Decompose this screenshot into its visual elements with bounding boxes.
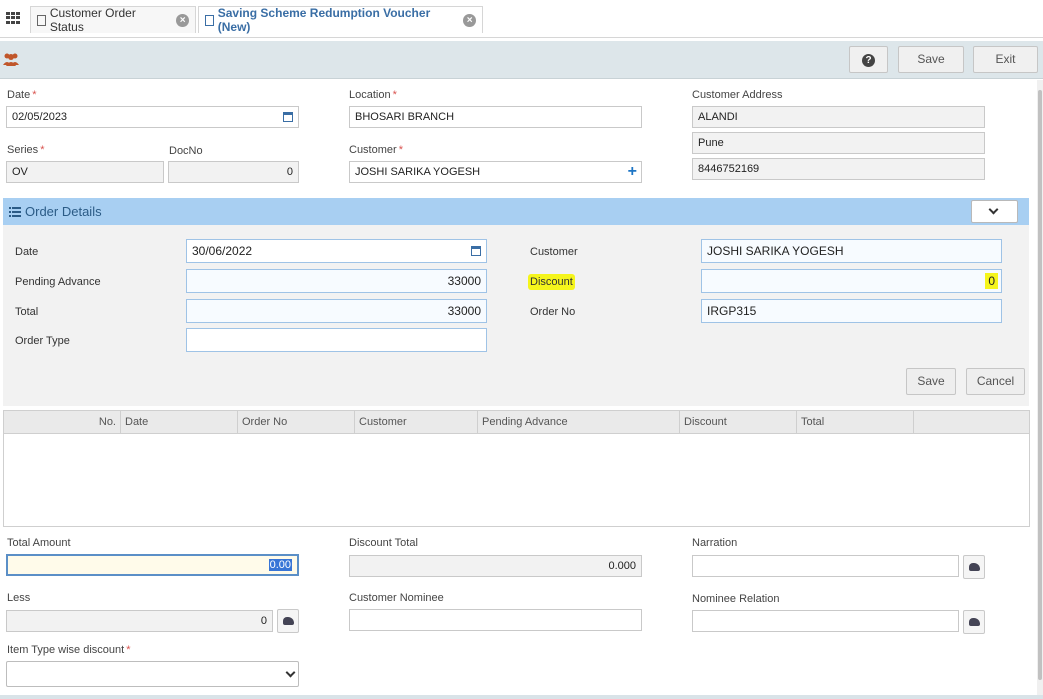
column-header-order-no[interactable]: Order No	[238, 411, 355, 434]
location-label: Location *	[349, 89, 397, 101]
series-label: Series *	[7, 144, 45, 156]
docno-label: DocNo	[169, 145, 203, 157]
nominee-relation-label: Nominee Relation	[692, 593, 780, 605]
customer-nominee-field[interactable]	[349, 609, 642, 631]
lookup-icon	[969, 618, 980, 626]
series-field[interactable]: OV	[6, 161, 164, 183]
od-date-field[interactable]: 30/06/2022	[186, 239, 487, 263]
customer-nominee-label: Customer Nominee	[349, 592, 444, 604]
document-icon	[37, 14, 46, 26]
chevron-down-icon	[988, 204, 999, 215]
tab-customer-order-status[interactable]: Customer Order Status ×	[30, 6, 196, 34]
pending-advance-label: Pending Advance	[15, 276, 101, 288]
scrollbar-thumb[interactable]	[1038, 90, 1042, 680]
address-phone-field[interactable]: 8446752169	[692, 158, 985, 180]
item-type-discount-select[interactable]	[6, 661, 299, 687]
lookup-icon	[283, 617, 294, 625]
order-grid: No. Date Order No Customer Pending Advan…	[3, 410, 1030, 527]
address-line1-field[interactable]: ALANDI	[692, 106, 985, 128]
document-icon	[205, 14, 214, 26]
tab-label: Saving Scheme Redumption Voucher (New)	[217, 6, 431, 34]
chevron-down-icon	[285, 667, 296, 678]
help-button[interactable]: ?	[849, 46, 888, 73]
column-header-date[interactable]: Date	[121, 411, 238, 434]
nominee-relation-lookup-button[interactable]	[963, 610, 985, 634]
od-date-label: Date	[15, 246, 39, 258]
od-save-button[interactable]: Save	[906, 368, 956, 395]
calendar-icon[interactable]	[471, 246, 481, 256]
calendar-icon[interactable]	[283, 112, 293, 122]
discount-total-field[interactable]: 0.000	[349, 555, 642, 577]
plus-icon[interactable]: +	[628, 163, 637, 181]
bottom-border	[0, 695, 1043, 699]
column-header-pending-advance[interactable]: Pending Advance	[478, 411, 680, 434]
less-field[interactable]: 0	[6, 610, 273, 632]
close-icon[interactable]: ×	[176, 13, 189, 27]
pending-advance-field[interactable]: 33000	[186, 269, 487, 293]
discount-total-label: Discount Total	[349, 537, 418, 549]
date-field[interactable]: 02/05/2023	[6, 106, 299, 128]
grid-header: No. Date Order No Customer Pending Advan…	[4, 411, 1029, 434]
total-field[interactable]: 33000	[186, 299, 487, 323]
od-cancel-button[interactable]: Cancel	[966, 368, 1025, 395]
tab-label: Customer Order Status	[49, 6, 136, 34]
customer-label: Customer *	[349, 144, 403, 156]
discount-field[interactable]: 0	[701, 269, 1002, 293]
column-header-total[interactable]: Total	[797, 411, 914, 434]
customer-field[interactable]: JOSHI SARIKA YOGESH +	[349, 161, 642, 183]
narration-lookup-button[interactable]	[963, 555, 985, 579]
location-field[interactable]: BHOSARI BRANCH	[349, 106, 642, 128]
column-header-customer[interactable]: Customer	[355, 411, 478, 434]
docno-field[interactable]: 0	[168, 161, 299, 183]
date-label: Date *	[7, 89, 37, 101]
order-details-title: Order Details	[25, 204, 102, 219]
total-label: Total	[15, 306, 39, 318]
discount-label: Discount	[528, 274, 575, 290]
less-lookup-button[interactable]	[277, 609, 299, 633]
od-customer-field[interactable]: JOSHI SARIKA YOGESH	[701, 239, 1002, 263]
order-no-label: Order No	[530, 306, 576, 318]
tab-saving-scheme-voucher[interactable]: Saving Scheme Redumption Voucher (New) ×	[198, 6, 483, 34]
order-type-label: Order Type	[15, 335, 70, 347]
people-icon[interactable]	[3, 52, 19, 66]
save-button[interactable]: Save	[898, 46, 964, 73]
nominee-relation-field[interactable]	[692, 610, 959, 632]
exit-button[interactable]: Exit	[973, 46, 1038, 73]
less-label: Less	[7, 592, 31, 604]
narration-label: Narration	[692, 537, 738, 549]
list-icon	[9, 207, 21, 217]
help-icon: ?	[862, 54, 875, 67]
column-header-discount[interactable]: Discount	[680, 411, 797, 434]
order-details-header[interactable]: Order Details	[3, 198, 1029, 225]
apps-grid-icon[interactable]	[6, 12, 20, 24]
customer-address-label: Customer Address	[692, 89, 783, 101]
narration-field[interactable]	[692, 555, 959, 577]
address-line2-field[interactable]: Pune	[692, 132, 985, 154]
order-no-field[interactable]: IRGP315	[701, 299, 1002, 323]
item-type-discount-label: Item Type wise discount *	[7, 644, 131, 656]
od-customer-label: Customer	[530, 246, 578, 258]
order-type-field[interactable]	[186, 328, 487, 352]
lookup-icon	[969, 563, 980, 571]
total-amount-field[interactable]: 0.00	[6, 554, 299, 576]
order-details-dropdown[interactable]	[971, 200, 1018, 223]
total-amount-label: Total Amount	[7, 537, 71, 549]
close-icon[interactable]: ×	[463, 13, 476, 27]
column-header-no[interactable]: No.	[4, 411, 121, 434]
